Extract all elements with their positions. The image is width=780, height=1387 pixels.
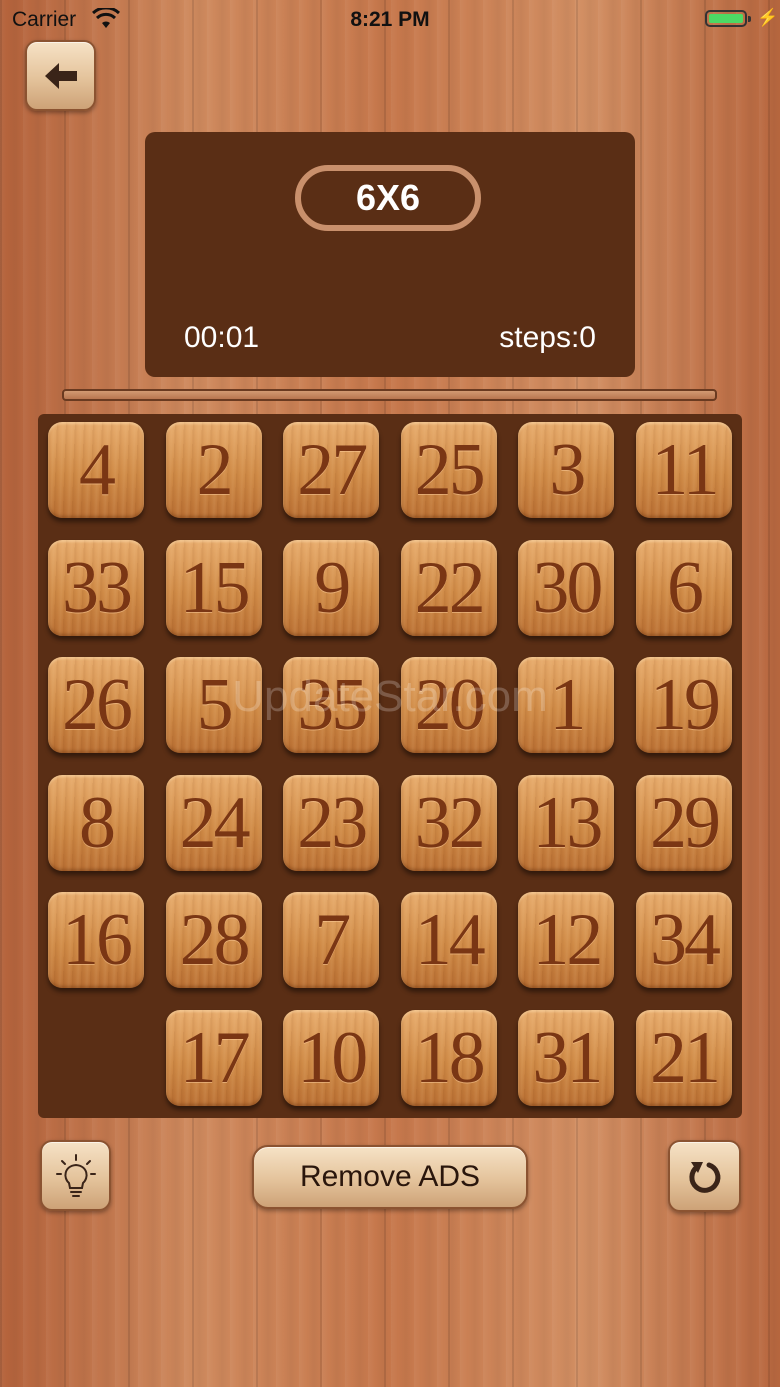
tile-20[interactable]: 20 [400, 657, 497, 754]
tile-10[interactable]: 10 [283, 1010, 380, 1106]
tile-13[interactable]: 13 [518, 774, 615, 871]
tile-22[interactable]: 22 [400, 539, 497, 636]
steps-counter: steps:0 [499, 321, 596, 354]
tile-6[interactable]: 6 [636, 539, 732, 636]
tile-7[interactable]: 7 [283, 892, 380, 989]
info-panel: 6X6 00:01 steps:0 [145, 132, 635, 377]
tile-35[interactable]: 35 [283, 657, 380, 754]
tile-26[interactable]: 26 [48, 657, 144, 754]
tile-27[interactable]: 27 [283, 422, 380, 518]
remove-ads-button[interactable]: Remove ADS [252, 1145, 528, 1209]
tile-32[interactable]: 32 [400, 774, 497, 871]
tile-17[interactable]: 17 [165, 1010, 262, 1106]
tile-14[interactable]: 14 [400, 892, 497, 989]
tile-15[interactable]: 15 [165, 539, 262, 636]
tile-9[interactable]: 9 [283, 539, 380, 636]
reset-button[interactable] [668, 1140, 741, 1212]
tile-30[interactable]: 30 [518, 539, 615, 636]
grid-size-badge: 6X6 [295, 165, 481, 231]
refresh-icon [688, 1162, 720, 1193]
tile-31[interactable]: 31 [518, 1010, 615, 1106]
tile-11[interactable]: 11 [636, 422, 732, 518]
timer: 00:01 [184, 321, 260, 354]
tile-3[interactable]: 3 [518, 422, 615, 518]
tile-5[interactable]: 5 [165, 657, 262, 754]
tile-33[interactable]: 33 [48, 539, 144, 636]
tile-34[interactable]: 34 [636, 892, 732, 989]
battery-icon [705, 10, 751, 27]
tile-24[interactable]: 24 [165, 774, 262, 871]
tile-12[interactable]: 12 [518, 892, 615, 989]
puzzle-board: 4 2 27 25 3 11 33 15 9 22 30 6 26 5 35 20 1 19 8 24 23 32 13 29… [38, 414, 742, 1118]
tile-25[interactable]: 25 [400, 422, 497, 518]
tile-19[interactable]: 19 [636, 657, 732, 754]
tile-23[interactable]: 23 [283, 774, 380, 871]
tile-29[interactable]: 29 [636, 774, 732, 871]
tile-21[interactable]: 21 [636, 1010, 732, 1106]
progress-track [62, 389, 717, 401]
tile-1[interactable]: 1 [518, 657, 615, 754]
status-bar: Carrier 8:21 PM ⚡ [0, 0, 780, 40]
tile-18[interactable]: 18 [400, 1010, 497, 1106]
tile-8[interactable]: 8 [48, 774, 144, 871]
arrow-left-icon [44, 62, 77, 89]
tile-16[interactable]: 16 [48, 892, 144, 989]
tile-28[interactable]: 28 [165, 892, 262, 989]
lightbulb-icon [55, 1153, 96, 1197]
tile-2[interactable]: 2 [165, 422, 262, 518]
hint-button[interactable] [40, 1140, 111, 1211]
tile-4[interactable]: 4 [48, 422, 144, 518]
status-time: 8:21 PM [350, 8, 430, 31]
back-button[interactable] [25, 40, 96, 111]
charging-icon: ⚡ [757, 8, 779, 27]
